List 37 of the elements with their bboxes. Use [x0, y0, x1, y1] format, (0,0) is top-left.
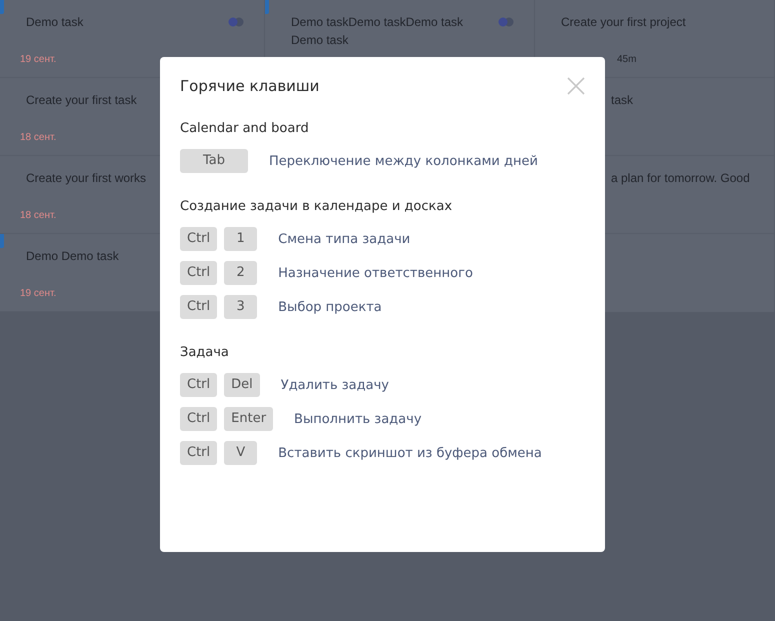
shortcut-description: Выбор проекта	[278, 300, 382, 314]
key-cap: Ctrl	[180, 373, 218, 397]
task-title: a plan for tomorrow. Good	[611, 170, 750, 187]
due-date: 19 сент.	[20, 288, 58, 299]
task-title: Demo Demo task	[26, 248, 119, 265]
task-title: Create your first project	[561, 14, 686, 31]
due-date: 19 сент.	[20, 54, 58, 65]
task-title: Create your first task	[26, 92, 137, 109]
key-cap: 3	[224, 295, 258, 319]
shortcut-description: Назначение ответственного	[278, 266, 473, 280]
section-title: Задача	[180, 345, 230, 360]
task-title: Demo taskDemo taskDemo task Demo task	[291, 14, 464, 49]
task-title: Create your first works	[26, 170, 146, 187]
key-cap: Enter	[224, 407, 274, 431]
due-date: 18 сент.	[20, 132, 58, 143]
key-cap: 2	[224, 261, 258, 285]
shortcut-description: Смена типа задачи	[278, 232, 410, 246]
toggle-icon	[228, 17, 244, 27]
key-cap: 1	[224, 227, 258, 251]
key-cap: Ctrl	[180, 227, 218, 251]
shortcut-description: Переключение между колонками дней	[269, 154, 538, 168]
key-cap: Ctrl	[180, 261, 218, 285]
key-cap: Ctrl	[180, 295, 218, 319]
close-icon[interactable]	[567, 77, 585, 95]
task-title: task	[611, 92, 634, 109]
key-cap: Del	[224, 373, 260, 397]
key-cap: Ctrl	[180, 441, 218, 465]
task-title: Demo task	[26, 14, 84, 31]
due-date: 18 сент.	[20, 210, 58, 221]
shortcut-description: Удалить задачу	[280, 378, 389, 392]
shortcut-description: Вставить скриншот из буфера обмена	[278, 446, 542, 460]
key-cap: Ctrl	[180, 407, 218, 431]
key-cap: Tab	[180, 149, 248, 173]
shortcut-description: Выполнить задачу	[294, 412, 422, 426]
duration-label: 45m	[617, 54, 638, 65]
toggle-icon	[498, 17, 514, 27]
key-cap: V	[224, 441, 258, 465]
